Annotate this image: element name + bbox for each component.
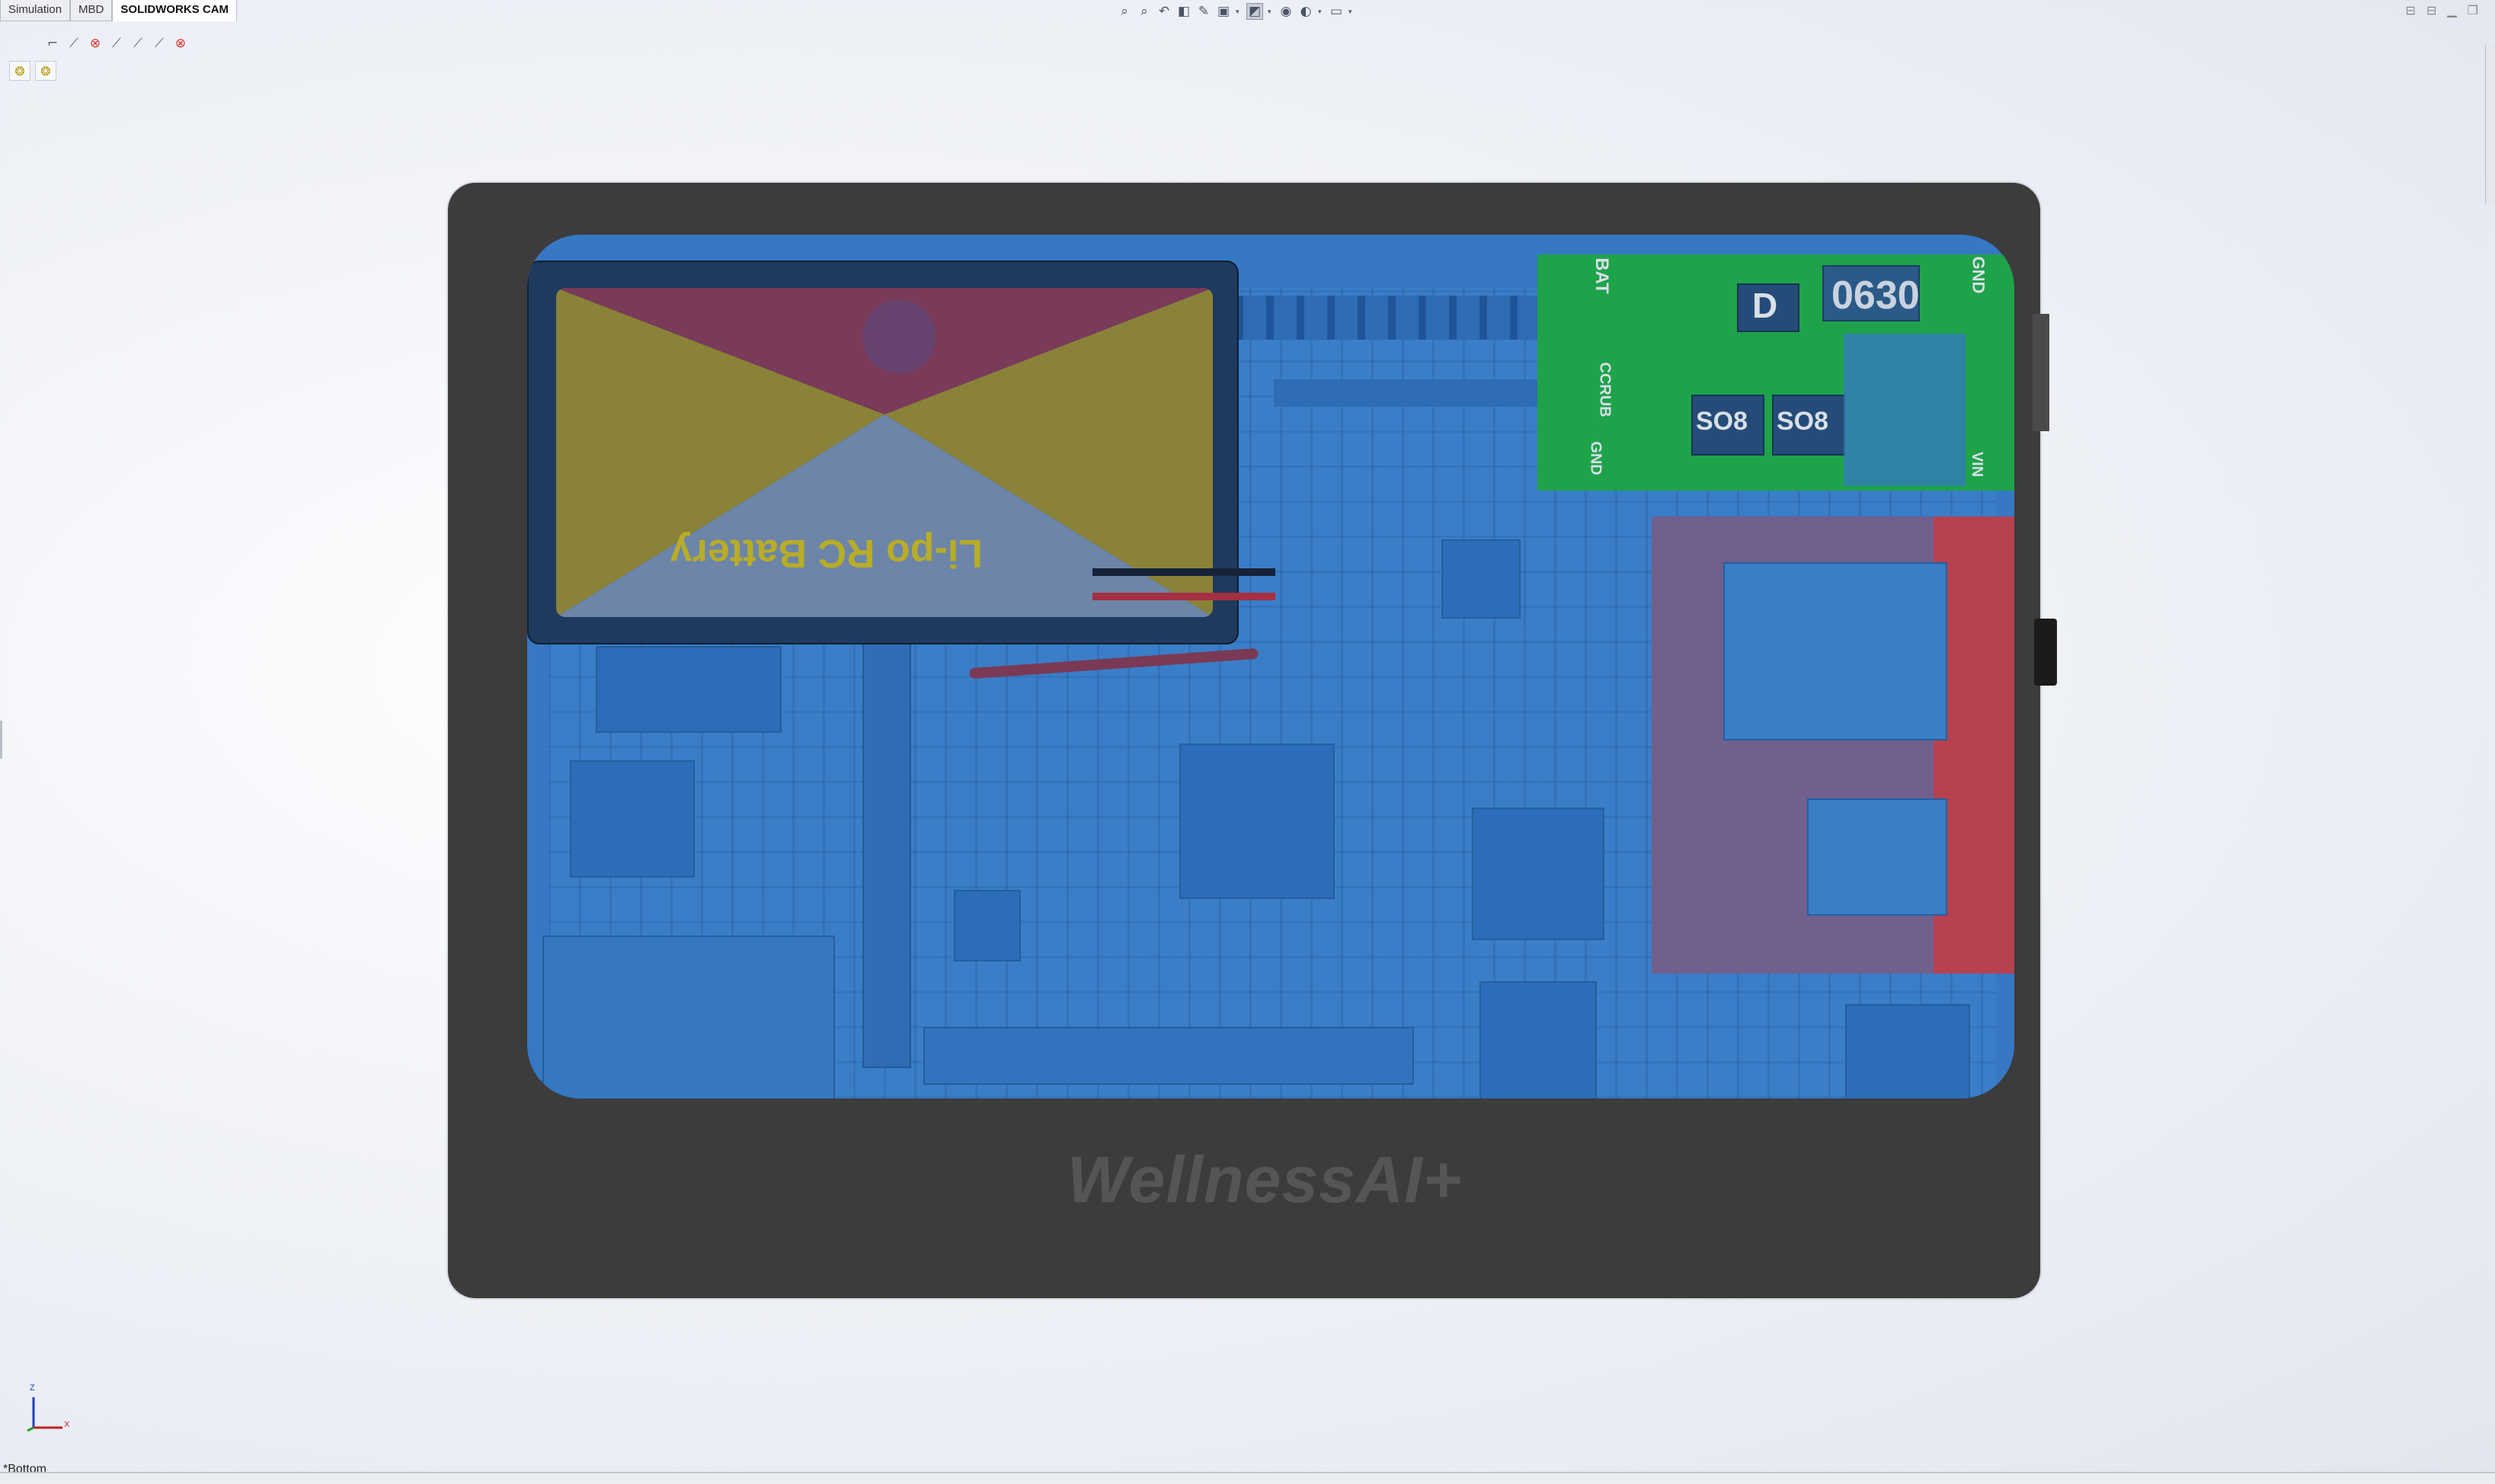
label-so8: SO8	[1696, 407, 1748, 436]
tile-left-icon[interactable]: ⊟	[2406, 3, 2416, 18]
tab-solidworks-cam[interactable]: SOLIDWORKS CAM	[112, 0, 238, 21]
restore-icon[interactable]: ❐	[2468, 3, 2478, 18]
chip	[1179, 744, 1335, 899]
chip	[1472, 808, 1604, 940]
chip	[1479, 981, 1597, 1099]
chip	[1723, 562, 1947, 740]
chip	[954, 890, 1021, 961]
sketch-controls: ⌐ ⟋ ⊗ ⟋ ⟋ ⟋ ⊗	[44, 35, 189, 52]
command-manager-tabs: Simulation MBD SOLIDWORKS CAM	[0, 0, 238, 21]
display-style-icon[interactable]: ◩	[1246, 3, 1263, 20]
zoom-area-icon[interactable]: ⌕	[1137, 4, 1152, 19]
tab-simulation[interactable]: Simulation	[0, 0, 71, 21]
hide-show-items-icon[interactable]: ◉	[1278, 4, 1294, 19]
battery-circle	[862, 300, 936, 373]
selection-filter-icon[interactable]: ❂	[35, 61, 56, 81]
chip	[570, 760, 695, 878]
label-ic-code: 0630	[1831, 273, 1920, 318]
chip	[1845, 1004, 1970, 1099]
triad-x-label: X	[64, 1420, 70, 1429]
chip	[923, 1027, 1414, 1085]
selection-filter-controls: ❂ ❂	[9, 61, 56, 81]
line-icon[interactable]: ⟋	[66, 35, 82, 52]
previous-view-icon[interactable]: ↶	[1156, 4, 1172, 19]
close-icon[interactable]: ⊗	[87, 35, 104, 52]
close-icon[interactable]: ⊗	[172, 35, 189, 52]
selection-filter-icon[interactable]: ❂	[9, 61, 30, 81]
chevron-down-icon[interactable]: ▾	[1318, 8, 1324, 16]
battery-wire-black	[1092, 568, 1275, 576]
chevron-down-icon[interactable]: ▾	[1268, 8, 1274, 16]
smart-dimension-icon[interactable]: ⟋	[108, 35, 125, 52]
chip	[596, 646, 782, 733]
chip	[1807, 798, 1947, 916]
label-d: D	[1752, 286, 1778, 325]
heads-up-view-toolbar: ⌕ ⌕ ↶ ◧ ✎ ▣ ▾ ◩ ▾ ◉ ◐ ▾ ▭ ▾	[1117, 2, 1355, 21]
side-button	[2034, 619, 2057, 686]
left-panel-handle[interactable]	[0, 721, 2, 759]
view-settings-icon[interactable]: ▭	[1329, 4, 1344, 19]
task-pane-tabs[interactable]	[2485, 44, 2495, 204]
pcb-board[interactable]: Li-po RC Battery BAT GND CCRUB GND VIN 0…	[527, 235, 2014, 1099]
tile-right-icon[interactable]: ⊟	[2426, 3, 2436, 18]
chevron-down-icon[interactable]: ▾	[1236, 8, 1242, 16]
sketch-icon[interactable]: ⌐	[44, 35, 61, 52]
window-controls: ⊟ ⊟ ▁ ❐	[2406, 3, 2478, 18]
chip	[1441, 539, 1521, 619]
chevron-down-icon[interactable]: ▾	[1348, 8, 1355, 16]
line-icon[interactable]: ⟋	[130, 35, 146, 52]
tab-mbd[interactable]: MBD	[70, 0, 113, 21]
battery-label: Li-po RC Battery	[670, 531, 983, 575]
edit-appearance-icon[interactable]: ◐	[1298, 4, 1313, 19]
dynamic-annotation-icon[interactable]: ✎	[1196, 4, 1211, 19]
section-view-icon[interactable]: ◧	[1176, 4, 1192, 19]
triad-z-label: Z	[30, 1383, 35, 1393]
view-orientation-icon[interactable]: ▣	[1216, 4, 1231, 19]
label-vin: VIN	[1969, 451, 1986, 478]
zoom-to-fit-icon[interactable]: ⌕	[1117, 4, 1132, 19]
label-gnd: GND	[1587, 441, 1604, 475]
label-ccrub: CCRUB	[1596, 362, 1614, 417]
battery-wire-red	[1092, 593, 1275, 600]
coordinate-triad: Z X	[23, 1383, 76, 1434]
line-icon[interactable]: ⟋	[151, 35, 168, 52]
brand-logo-text: WellnessAI+	[1067, 1143, 1463, 1217]
minimize-icon[interactable]: ▁	[2447, 3, 2456, 18]
usb-port	[2033, 314, 2049, 431]
ic-chip	[1844, 334, 1966, 486]
label-so8: SO8	[1777, 407, 1829, 436]
label-bat: BAT	[1591, 257, 1612, 294]
chip	[542, 935, 835, 1099]
label-gnd: GND	[1969, 256, 1988, 294]
